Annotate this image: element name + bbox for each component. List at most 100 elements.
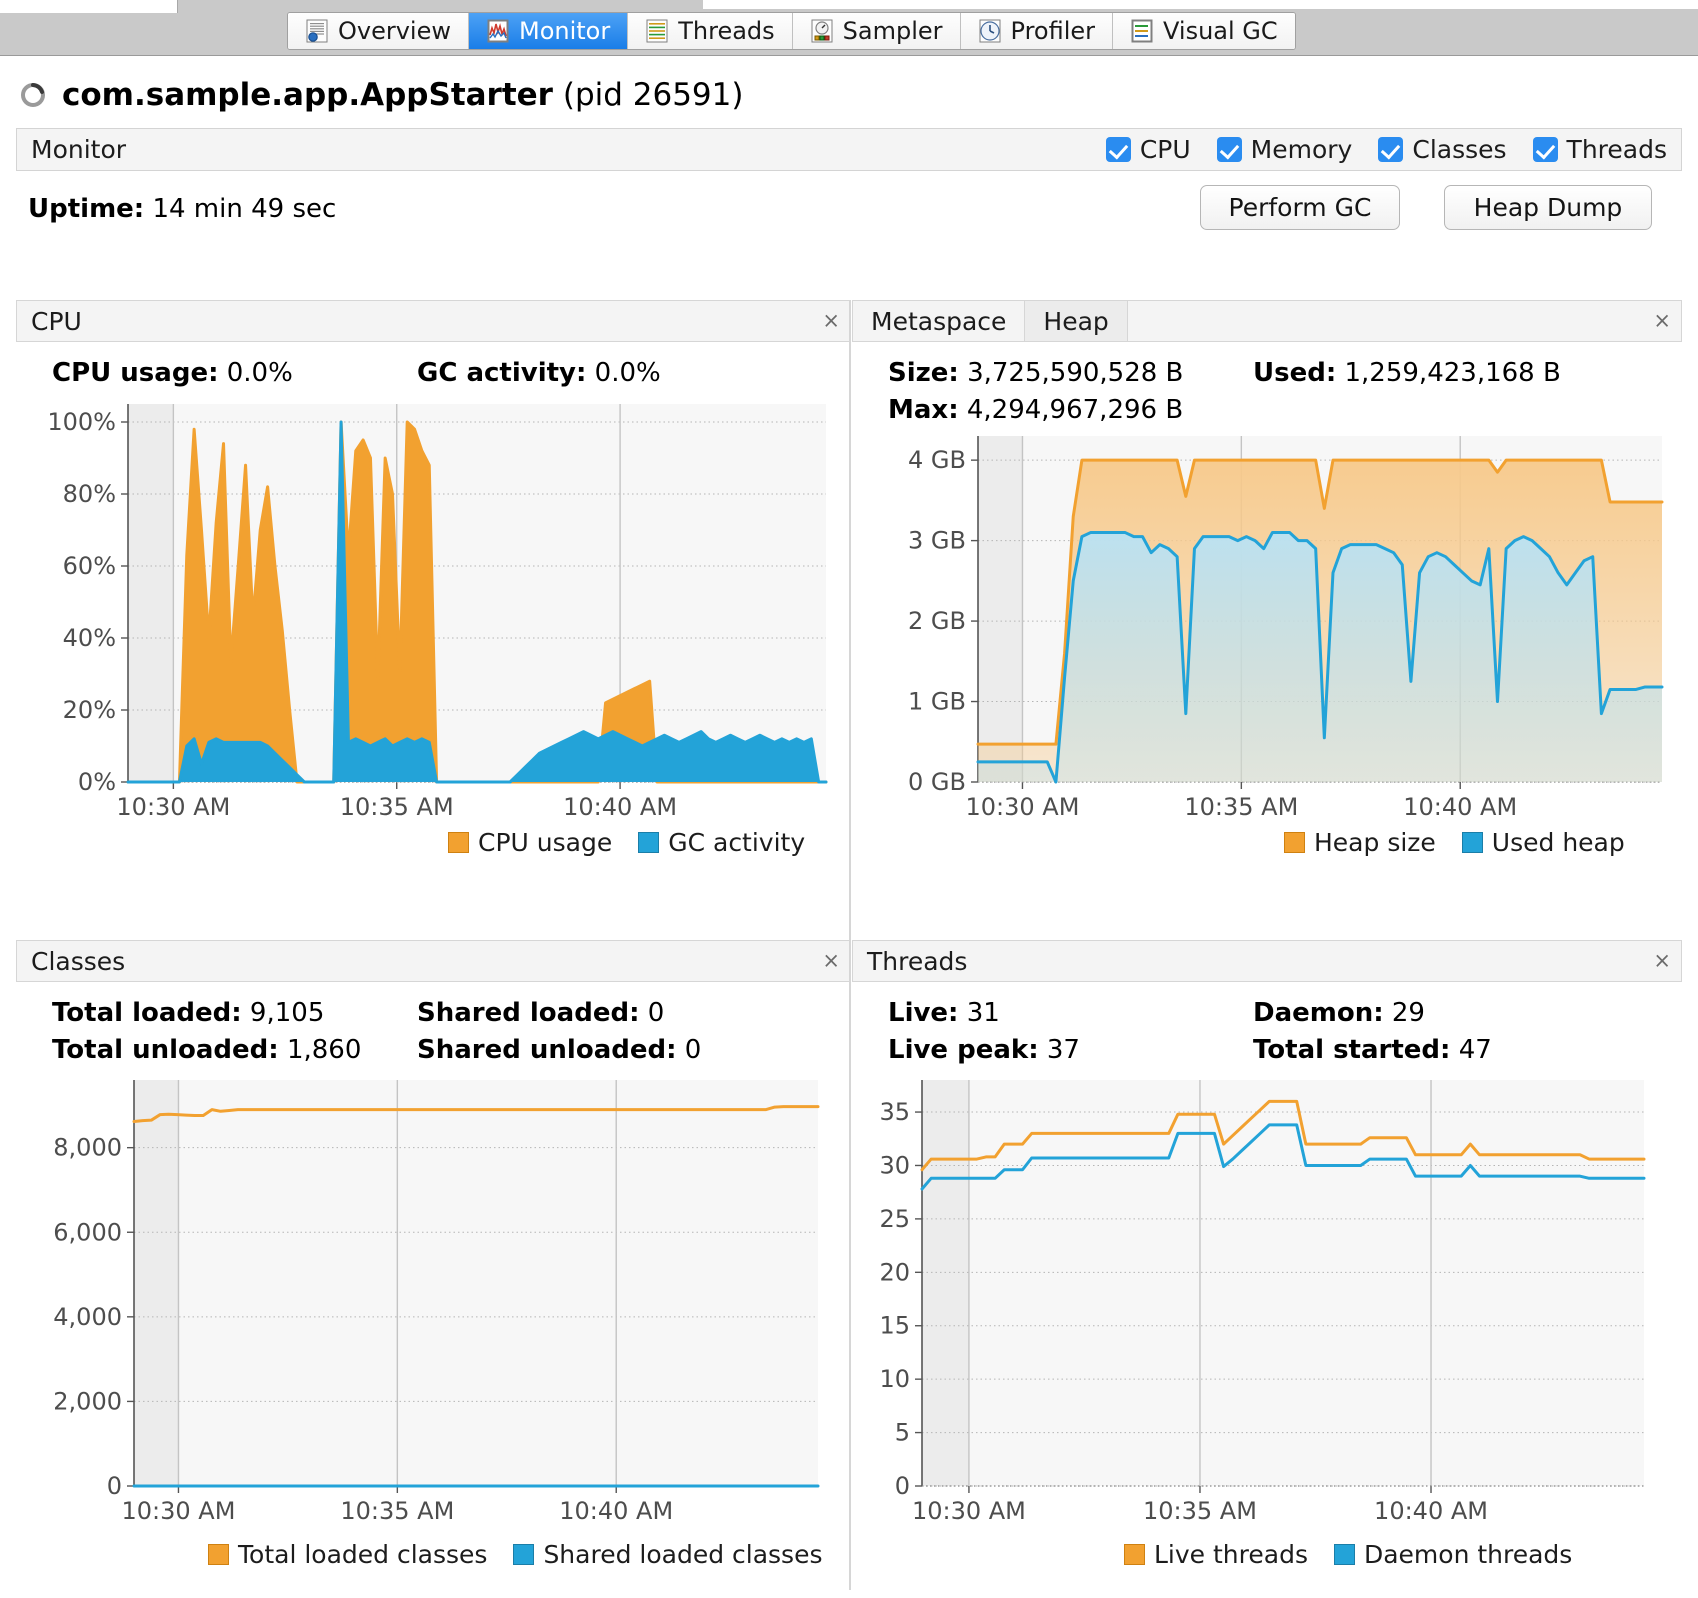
y-tick-label: 60%: [63, 552, 116, 580]
y-tick-label: 1 GB: [908, 688, 966, 716]
checkbox-label: Memory: [1250, 135, 1353, 164]
cpu-chart[interactable]: 0% 20% 40% 60% 80% 100% 10:30 AM 10:35 AM 10:40 …: [44, 396, 834, 826]
threads-chart-svg: 0 5 10 15 20 25 30 35 10:30 AM 10:35 AM 10:40 AM: [879, 1080, 1646, 1525]
close-icon[interactable]: ×: [822, 950, 840, 972]
x-tick-label: 10:35 AM: [1184, 793, 1298, 821]
heap-panel-header[interactable]: Metaspace Heap ×: [852, 300, 1682, 342]
y-tick-label: 0 GB: [908, 768, 966, 796]
legend-item: Total loaded classes: [208, 1540, 487, 1569]
live-peak-value: 37: [1046, 1035, 1080, 1065]
live-value: 31: [966, 998, 1000, 1028]
x-tick-label: 10:30 AM: [121, 1497, 235, 1525]
legend-swatch: [513, 1544, 535, 1565]
checkbox-classes[interactable]: Classes: [1378, 135, 1507, 164]
heap-tab-heap[interactable]: Heap: [1025, 301, 1128, 341]
check-icon[interactable]: [1532, 137, 1558, 162]
legend-swatch: [208, 1544, 229, 1565]
classes-chart[interactable]: 0 2,000 4,000 6,000 8,000 10:30 AM 10:35 AM 10:…: [26, 1072, 826, 1532]
main-tab-group[interactable]: Overview Monitor Threads Sampler Profiler Vis…: [287, 12, 1296, 50]
legend-swatch: [1284, 832, 1305, 853]
gc-activity-label: GC activity:: [417, 358, 587, 388]
checkbox-memory[interactable]: Memory: [1216, 135, 1353, 164]
app-pid: (pid 26591): [562, 76, 744, 113]
heap-size-label: Size:: [888, 358, 959, 388]
tab-sampler[interactable]: Sampler: [792, 13, 961, 49]
y-tick-label: 8,000: [53, 1134, 122, 1162]
total-loaded-label: Total loaded:: [52, 998, 242, 1028]
legend-item: Used heap: [1461, 828, 1625, 857]
gc-activity-value: 0.0%: [594, 358, 661, 388]
cpu-stats: CPU usage: 0.0% GC activity: 0.0%: [52, 358, 661, 395]
y-tick-label: 20: [879, 1258, 910, 1286]
close-icon[interactable]: ×: [822, 310, 840, 332]
y-tick-label: 6,000: [53, 1218, 122, 1246]
x-tick-label: 10:30 AM: [912, 1497, 1026, 1525]
tab-monitor[interactable]: Monitor: [469, 13, 629, 49]
daemon-value: 29: [1391, 998, 1425, 1028]
classes-stats: Total loaded: 9,105 Shared loaded: 0 Tot…: [52, 998, 701, 1072]
heap-stats: Size: 3,725,590,528 B Used: 1,259,423,16…: [888, 358, 1561, 432]
monitor-label: Monitor: [31, 135, 127, 164]
legend-swatch: [1124, 1544, 1145, 1565]
total-unloaded-label: Total unloaded:: [52, 1035, 279, 1065]
daemon-label: Daemon:: [1253, 998, 1384, 1028]
y-tick-label: 2,000: [53, 1387, 122, 1415]
tab-threads[interactable]: Threads: [628, 13, 793, 49]
legend-label: Used heap: [1491, 828, 1625, 857]
monitor-toolbar: Monitor CPU Memory Classes Threads: [16, 128, 1682, 171]
cpu-usage-value: 0.0%: [226, 358, 293, 388]
profiler-icon: [979, 19, 1001, 43]
legend-item: Shared loaded classes: [513, 1540, 823, 1569]
check-icon[interactable]: [1105, 137, 1131, 162]
checkbox-label: CPU: [1139, 135, 1191, 164]
heap-tab-metaspace[interactable]: Metaspace: [853, 301, 1026, 341]
x-tick-label: 10:40 AM: [563, 793, 677, 821]
x-tick-label: 10:35 AM: [340, 1497, 454, 1525]
y-tick-label: 4 GB: [908, 446, 966, 474]
heap-used-label: Used:: [1253, 358, 1337, 388]
app-name: com.sample.app.AppStarter: [62, 76, 553, 113]
heap-chart[interactable]: 0 GB 1 GB 2 GB 3 GB 4 GB 10:30 AM 10:35 AM 10:4…: [870, 428, 1670, 826]
y-tick-label: 4,000: [53, 1303, 122, 1331]
x-tick-label: 10:40 AM: [1403, 793, 1517, 821]
close-icon[interactable]: ×: [1653, 950, 1671, 972]
tab-overview[interactable]: Overview: [288, 13, 469, 49]
check-icon[interactable]: [1378, 137, 1404, 162]
checkbox-threads[interactable]: Threads: [1532, 135, 1667, 164]
cpu-chart-legend: CPU usage GC activity: [448, 828, 805, 857]
overview-icon: [306, 19, 328, 43]
live-peak-label: Live peak:: [888, 1035, 1039, 1065]
tab-visual-gc[interactable]: Visual GC: [1113, 13, 1295, 49]
legend-swatch: [448, 832, 469, 853]
heap-dump-button[interactable]: Heap Dump: [1444, 185, 1652, 230]
legend-label: Heap size: [1314, 828, 1436, 857]
uptime-row: Uptime: 14 min 49 sec Perform GC Heap Du…: [0, 180, 1698, 258]
legend-label: CPU usage: [478, 828, 613, 857]
page-title: com.sample.app.AppStarter (pid 26591): [0, 57, 1698, 132]
tab-label: Overview: [338, 17, 451, 45]
legend-swatch: [1461, 832, 1483, 853]
checkbox-cpu[interactable]: CPU: [1105, 135, 1191, 164]
window-right-nub: [703, 0, 1698, 9]
x-tick-label: 10:35 AM: [1143, 1497, 1257, 1525]
monitor-checkbox-group[interactable]: CPU Memory Classes Threads: [1105, 135, 1667, 164]
perform-gc-button[interactable]: Perform GC: [1200, 185, 1400, 230]
window-tab-strip: Overview Monitor Threads Sampler Profiler Vis…: [0, 0, 1698, 56]
legend-item: Heap size: [1284, 828, 1436, 857]
y-tick-label: 0: [107, 1472, 122, 1500]
total-started-value: 47: [1458, 1035, 1492, 1065]
legend-item: GC activity: [638, 828, 805, 857]
legend-swatch: [638, 832, 660, 853]
window-left-nub: [0, 0, 178, 13]
tab-profiler[interactable]: Profiler: [960, 13, 1114, 49]
y-tick-label: 2 GB: [908, 607, 966, 635]
shared-unloaded-label: Shared unloaded:: [417, 1035, 677, 1065]
cpu-panel-header: CPU ×: [16, 300, 851, 342]
uptime-display: Uptime: 14 min 49 sec: [28, 194, 336, 224]
y-tick-label: 3 GB: [908, 527, 966, 555]
threads-chart[interactable]: 0 5 10 15 20 25 30 35 10:30 AM 10:35 AM 10:40 AM: [862, 1072, 1652, 1532]
cpu-panel-title: CPU: [31, 306, 82, 336]
check-icon[interactable]: [1216, 137, 1242, 162]
cpu-usage-label: CPU usage:: [52, 358, 219, 388]
close-icon[interactable]: ×: [1653, 310, 1671, 332]
